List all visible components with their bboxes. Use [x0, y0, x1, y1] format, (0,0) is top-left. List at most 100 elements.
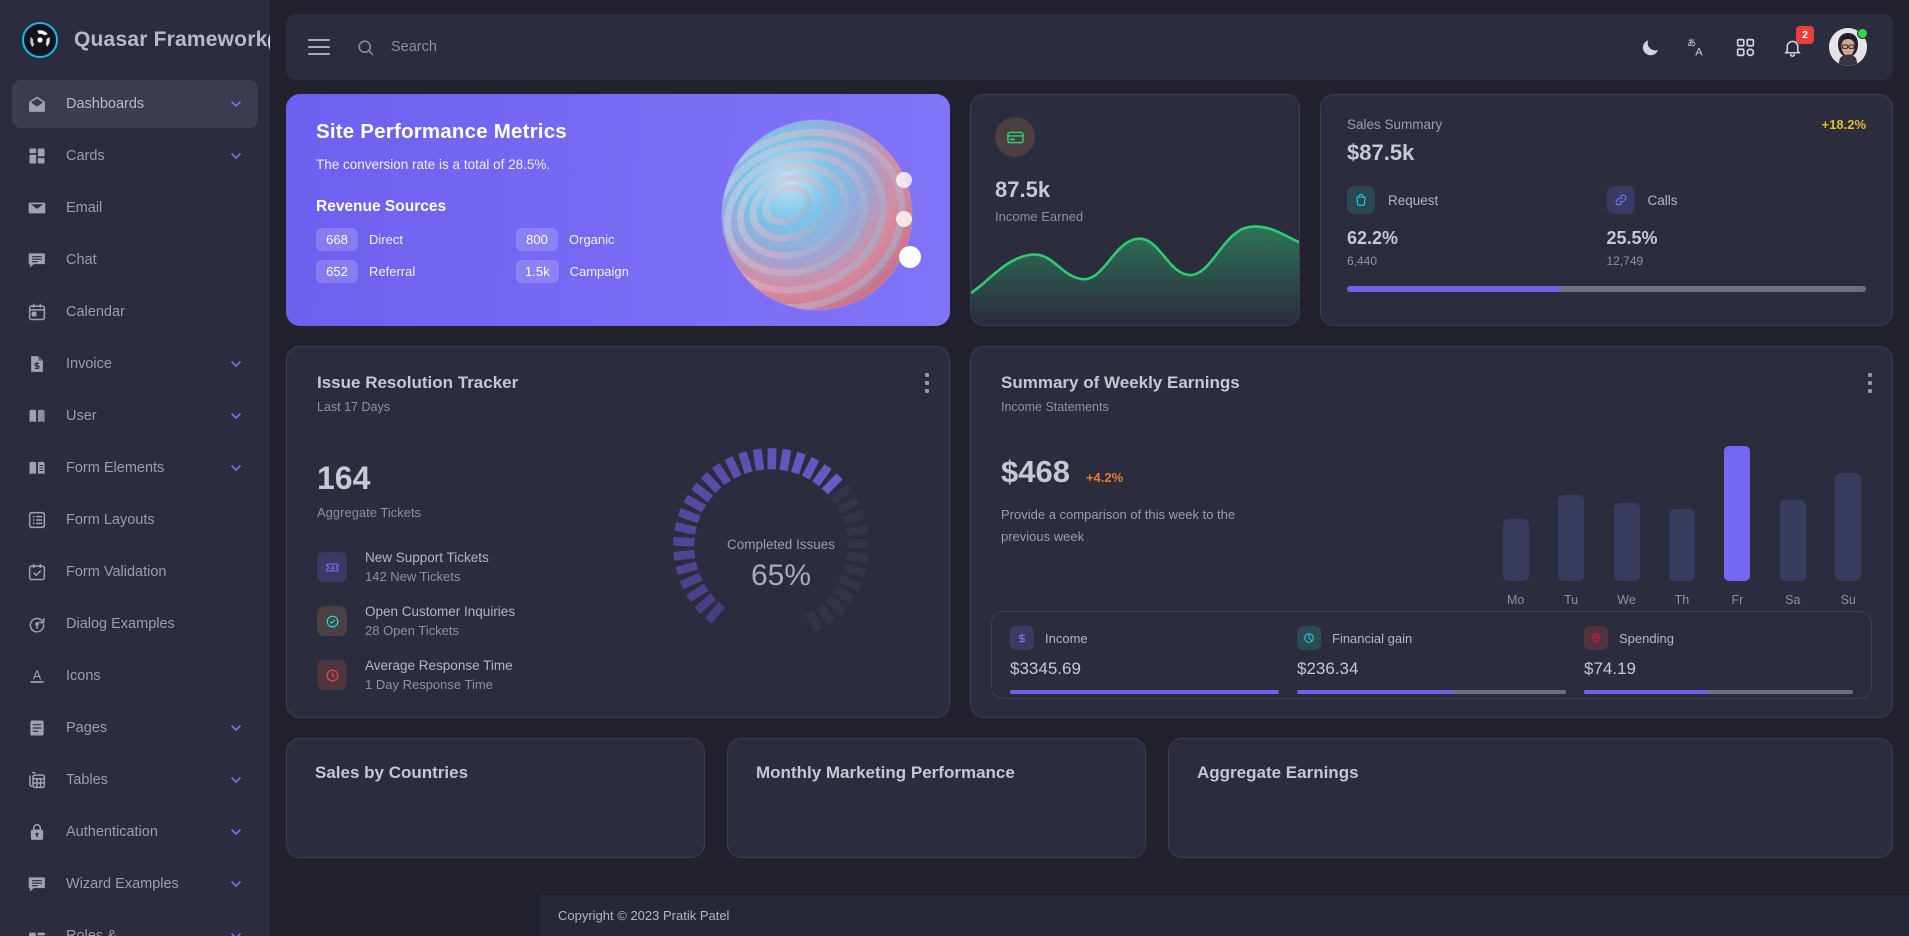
- chevron-down-icon[interactable]: [228, 148, 244, 164]
- stat-label: Income: [1045, 630, 1088, 646]
- metric-percent: 62.2%: [1347, 228, 1399, 248]
- sidebar-item-label: Chat: [66, 252, 97, 268]
- quasar-logo-icon: [22, 22, 58, 58]
- row-top: Site Performance Metrics The conversion …: [286, 94, 1893, 326]
- stat-progress: [1010, 690, 1279, 694]
- search-input[interactable]: [391, 39, 791, 55]
- sidebar-item-user[interactable]: User: [12, 392, 258, 440]
- chevron-down-icon[interactable]: [228, 876, 244, 892]
- sidebar-item-roles[interactable]: Roles &: [12, 912, 258, 936]
- item-subtitle: 28 Open Tickets: [365, 623, 459, 638]
- revenue-label: Direct: [369, 232, 403, 247]
- page-lines-icon: [26, 717, 48, 739]
- chat-bubble-icon: [26, 249, 48, 271]
- main-region: あA 2: [270, 0, 1909, 936]
- sidebar-item-label: Pages: [66, 720, 108, 736]
- chevron-down-icon[interactable]: [228, 772, 244, 788]
- kebab-menu-icon[interactable]: [1868, 373, 1872, 393]
- sidebar-item-label: Roles &: [66, 928, 117, 936]
- stat-header: Income: [1010, 626, 1279, 650]
- open-book-icon: [26, 405, 48, 427]
- site-performance-card: Site Performance Metrics The conversion …: [286, 94, 950, 326]
- sidebar-item-chat[interactable]: Chat: [12, 236, 258, 284]
- sidebar-item-authentication[interactable]: Authentication: [12, 808, 258, 856]
- sidebar-item-form-layouts[interactable]: Form Layouts: [12, 496, 258, 544]
- book-lines-icon: [26, 457, 48, 479]
- sidebar-item-calendar[interactable]: Calendar: [12, 288, 258, 336]
- bar-label: Fr: [1731, 593, 1744, 607]
- card-title: Sales by Countries: [315, 763, 469, 782]
- bar-column-sa: Sa: [1779, 500, 1806, 607]
- sidebar-item-label: User: [66, 408, 97, 424]
- sales-metric-request: Request 62.2% 6,440: [1347, 186, 1607, 268]
- pie-chart-icon: [1297, 626, 1321, 650]
- sales-metrics: Request 62.2% 6,440 Calls 25.5% 12,749: [1347, 186, 1866, 268]
- brand: Quasar Framework: [0, 0, 270, 80]
- aggregate-earnings-card: Aggregate Earnings: [1168, 738, 1893, 858]
- chevron-down-icon[interactable]: [228, 460, 244, 476]
- chevron-down-icon[interactable]: [228, 824, 244, 840]
- revenue-value: 1.5k: [516, 260, 559, 283]
- chevron-down-icon[interactable]: [228, 96, 244, 112]
- sidebar-item-email[interactable]: Email: [12, 184, 258, 232]
- letter-a-icon: A: [26, 665, 48, 687]
- chevron-down-icon[interactable]: [228, 720, 244, 736]
- sidebar-item-label: Calendar: [66, 304, 125, 320]
- grid-squares-icon: [26, 145, 48, 167]
- weekly-bar-chart: Mo Tu We Th Fr Sa Su: [1502, 446, 1862, 607]
- sidebar-item-tables[interactable]: Tables: [12, 756, 258, 804]
- invoice-doc-icon: [26, 353, 48, 375]
- calendar-check-icon: [26, 561, 48, 583]
- avatar[interactable]: [1829, 28, 1868, 66]
- metric-label: Calls: [1647, 192, 1678, 208]
- shopping-bag-icon: [1347, 186, 1375, 214]
- revenue-source-item: 668 Direct: [316, 228, 516, 251]
- svg-text:A: A: [33, 668, 42, 682]
- sidebar: Quasar Framework Dashboards Cards Email Cha…: [0, 0, 270, 936]
- sidebar-item-label: Email: [66, 200, 103, 216]
- sidebar-item-invoice[interactable]: Invoice: [12, 340, 258, 388]
- sales-metric-calls: Calls 25.5% 12,749: [1606, 186, 1867, 268]
- mail-open-icon: [26, 93, 48, 115]
- apps-grid-icon[interactable]: [1735, 37, 1756, 58]
- abstract-sphere-graphic: [721, 119, 921, 311]
- stat-progress: [1584, 690, 1853, 694]
- translate-icon[interactable]: あA: [1687, 36, 1709, 58]
- stat-value: $74.19: [1584, 659, 1636, 678]
- notification-badge: 2: [1796, 25, 1814, 44]
- bar-label: We: [1617, 593, 1636, 607]
- bar-label: Sa: [1785, 593, 1801, 607]
- chat-lines-icon: [26, 873, 48, 895]
- sidebar-item-dashboards[interactable]: Dashboards: [12, 80, 258, 128]
- sales-summary-title: Sales Summary: [1347, 117, 1443, 132]
- sales-summary-amount: $87.5k: [1347, 140, 1415, 165]
- bar: [1668, 509, 1695, 581]
- moon-icon[interactable]: [1640, 37, 1661, 58]
- item-title: New Support Tickets: [365, 550, 489, 565]
- weekly-amount: $468: [1001, 454, 1070, 489]
- issue-resolution-card: Issue Resolution Tracker Last 17 Days 16…: [286, 346, 950, 718]
- sidebar-item-form-validation[interactable]: Form Validation: [12, 548, 258, 596]
- stat-label: Financial gain: [1332, 630, 1413, 646]
- kebab-menu-icon[interactable]: [925, 373, 929, 393]
- sidebar-item-dialog-examples[interactable]: Dialog Examples: [12, 600, 258, 648]
- link-icon: [1606, 186, 1635, 214]
- issue-card-subtitle: Last 17 Days: [317, 400, 390, 414]
- sidebar-item-cards[interactable]: Cards: [12, 132, 258, 180]
- stat-value: $3345.69: [1010, 659, 1081, 678]
- weekly-card-title: Summary of Weekly Earnings: [1001, 373, 1240, 392]
- sidebar-item-pages[interactable]: Pages: [12, 704, 258, 752]
- credit-card-icon: [995, 117, 1035, 157]
- bell-icon[interactable]: 2: [1782, 25, 1814, 58]
- income-earned-card: 87.5k Income Earned: [970, 94, 1300, 326]
- sidebar-item-form-elements[interactable]: Form Elements: [12, 444, 258, 492]
- hamburger-icon[interactable]: [308, 39, 330, 55]
- chevron-down-icon[interactable]: [228, 408, 244, 424]
- stat-income: Income $3345.69: [1010, 626, 1279, 694]
- sidebar-item-icons[interactable]: A Icons: [12, 652, 258, 700]
- sidebar-item-wizard-examples[interactable]: Wizard Examples: [12, 860, 258, 908]
- revenue-source-item: 1.5k Campaign: [516, 260, 716, 283]
- chevron-down-icon[interactable]: [228, 356, 244, 372]
- bar-label: Su: [1840, 593, 1856, 607]
- chevron-down-icon[interactable]: [228, 928, 244, 936]
